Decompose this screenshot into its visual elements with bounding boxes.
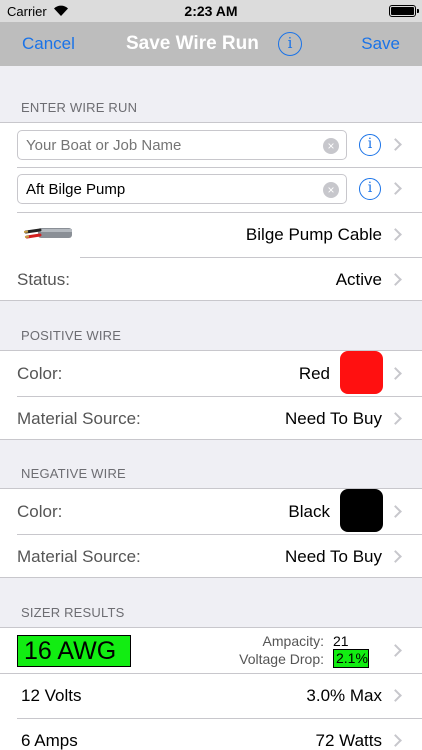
negative-material-label: Material Source: [17, 547, 141, 566]
positive-color-swatch [340, 351, 383, 394]
section-header-positive-wire: POSITIVE WIRE [21, 328, 122, 343]
chevron-right-icon [389, 689, 402, 702]
negative-color-swatch [340, 489, 383, 532]
cable-type-value: Bilge Pump Cable [245, 225, 382, 244]
max-drop-value: 3.0% Max [306, 686, 382, 705]
info-icon[interactable]: i [278, 32, 302, 56]
status-bar: Carrier 2:23 AM [0, 0, 422, 22]
volts-value: 12 Volts [21, 686, 82, 705]
clear-icon[interactable]: × [323, 138, 339, 154]
voltage-drop-badge: 2.1% [333, 649, 369, 668]
page-title: Save Wire Run [126, 33, 259, 54]
negative-wire-group: Color: Black Material Source: Need To Bu… [0, 488, 422, 578]
positive-color-value: Red [298, 364, 330, 383]
chevron-right-icon [389, 412, 402, 425]
cancel-button[interactable]: Cancel [22, 34, 75, 54]
positive-color-label: Color: [17, 364, 63, 383]
clear-icon[interactable]: × [323, 182, 339, 198]
amps-value: 6 Amps [21, 731, 78, 750]
clock: 2:23 AM [184, 3, 238, 19]
positive-color-row[interactable]: Color: Red [0, 351, 422, 396]
chevron-right-icon [389, 138, 402, 151]
positive-wire-group: Color: Red Material Source: Need To Buy [0, 350, 422, 440]
watts-value: 72 Watts [315, 731, 382, 750]
info-icon[interactable]: i [359, 178, 381, 200]
negative-material-row[interactable]: Material Source: Need To Buy [0, 535, 422, 579]
run-name-input[interactable] [17, 174, 347, 204]
negative-color-row[interactable]: Color: Black [0, 489, 422, 534]
chevron-right-icon [389, 550, 402, 563]
voltage-drop-label: Voltage Drop: [239, 651, 324, 667]
chevron-right-icon [389, 367, 402, 380]
cable-image [24, 228, 72, 239]
section-header-sizer-results: SIZER RESULTS [21, 605, 125, 620]
negative-color-value: Black [288, 502, 330, 521]
boat-name-row[interactable]: × i [0, 123, 422, 167]
section-header-negative-wire: NEGATIVE WIRE [21, 466, 126, 481]
status-value: Active [335, 270, 382, 289]
navigation-bar: Cancel Save Wire Run i Save [0, 22, 422, 66]
save-button[interactable]: Save [361, 34, 400, 54]
positive-material-value: Need To Buy [284, 409, 382, 428]
awg-result-badge: 16 AWG [17, 635, 131, 667]
chevron-right-icon [389, 734, 402, 747]
volts-row[interactable]: 12 Volts 3.0% Max [0, 674, 422, 718]
amps-row[interactable]: 6 Amps 72 Watts [0, 719, 422, 750]
ampacity-label: Ampacity: [262, 633, 324, 649]
battery-icon [389, 5, 419, 17]
negative-material-value: Need To Buy [284, 547, 382, 566]
run-name-row[interactable]: × i [0, 168, 422, 212]
chevron-right-icon [389, 505, 402, 518]
chevron-right-icon [389, 273, 402, 286]
section-header-enter-wire-run: ENTER WIRE RUN [21, 100, 138, 115]
boat-name-input[interactable] [17, 130, 347, 160]
status-label: Status: [17, 270, 70, 289]
enter-wire-run-group: × i × i Bilge Pump Cable Status: Active [0, 122, 422, 301]
info-icon[interactable]: i [359, 134, 381, 156]
status-row[interactable]: Status: Active [0, 258, 422, 302]
ampacity-value: 21 [333, 633, 349, 649]
positive-material-row[interactable]: Material Source: Need To Buy [0, 397, 422, 441]
chevron-right-icon [389, 644, 402, 657]
chevron-right-icon [389, 228, 402, 241]
positive-material-label: Material Source: [17, 409, 141, 428]
negative-color-label: Color: [17, 502, 63, 521]
chevron-right-icon [389, 182, 402, 195]
